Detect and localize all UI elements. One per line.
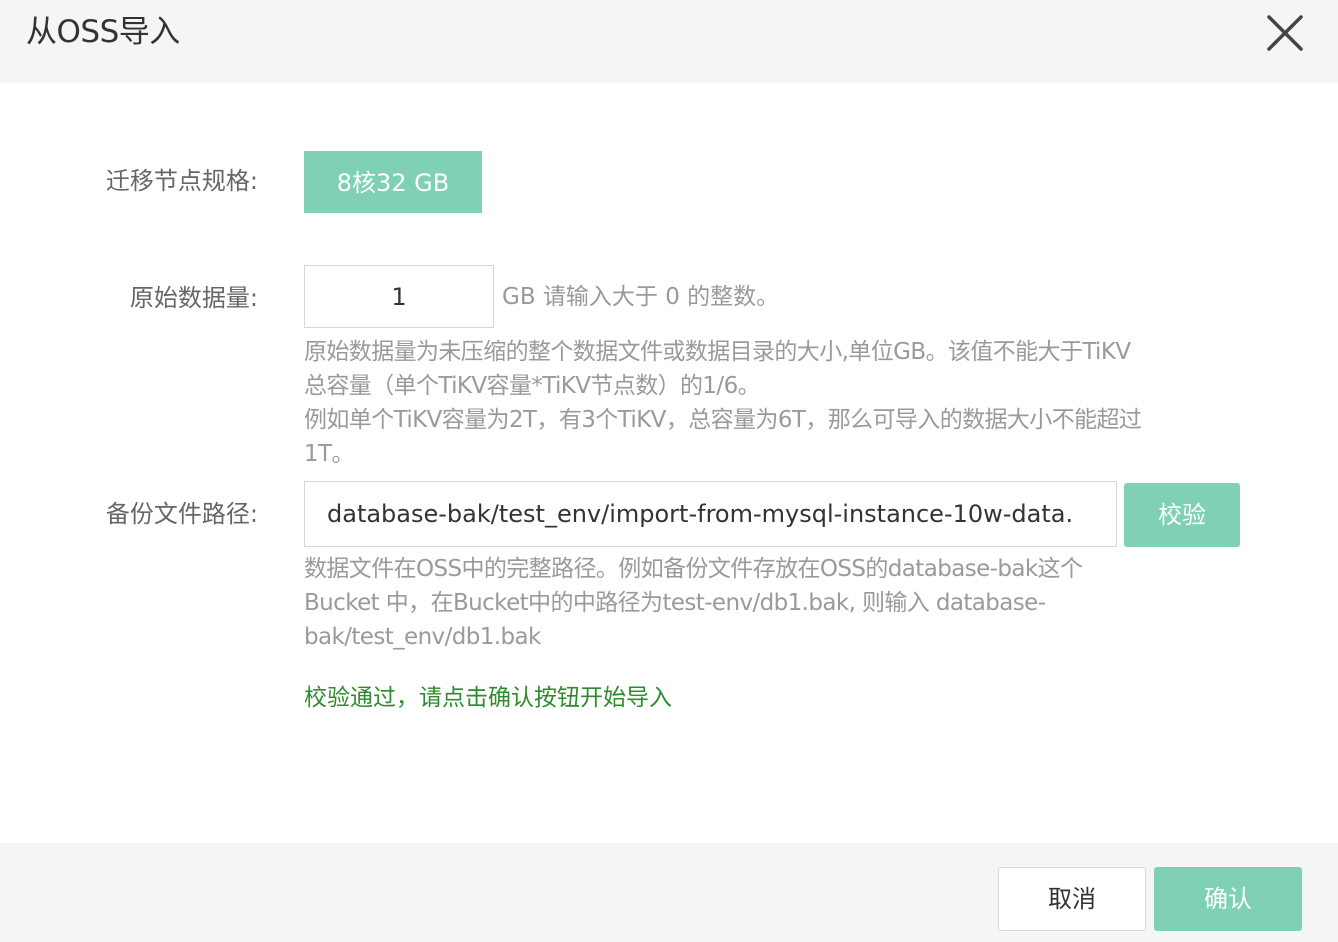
help-line: 1T。 [304, 441, 354, 467]
close-icon [1267, 15, 1303, 51]
data-size-help-text: 原始数据量为未压缩的整个数据文件或数据目录的大小,单位GB。该值不能大于TiKV… [304, 335, 1264, 471]
import-from-oss-dialog: 从OSS导入 迁移节点规格: 8核32 GB 原始数据量: GB 请输入大于 0… [0, 0, 1338, 942]
close-button[interactable] [1264, 12, 1306, 54]
help-line: 总容量（单个TiKV容量*TiKV节点数）的1/6。 [304, 373, 761, 399]
verify-success-message: 校验通过，请点击确认按钮开始导入 [304, 685, 672, 711]
help-line: 原始数据量为未压缩的整个数据文件或数据目录的大小,单位GB。该值不能大于TiKV [304, 339, 1131, 365]
backup-path-label: 备份文件路径: [105, 500, 258, 528]
backup-path-help-text: 数据文件在OSS中的完整路径。例如备份文件存放在OSS的database-bak… [304, 552, 1264, 654]
help-line: bak/test_env/db1.bak [304, 624, 541, 650]
help-line: Bucket 中，在Bucket中的中路径为test-env/db1.bak, … [304, 590, 1046, 616]
node-spec-label: 迁移节点规格: [105, 167, 258, 195]
confirm-button[interactable]: 确认 [1154, 867, 1302, 931]
dialog-title: 从OSS导入 [26, 14, 180, 50]
cancel-button[interactable]: 取消 [998, 867, 1146, 931]
verify-button[interactable]: 校验 [1124, 483, 1240, 547]
backup-path-input[interactable] [304, 481, 1117, 547]
dialog-header: 从OSS导入 [0, 0, 1338, 83]
help-line: 例如单个TiKV容量为2T，有3个TiKV，总容量为6T，那么可导入的数据大小不… [304, 407, 1142, 433]
data-size-unit-hint: GB 请输入大于 0 的整数。 [502, 284, 780, 310]
data-size-input[interactable] [304, 265, 494, 328]
node-spec-option-button[interactable]: 8核32 GB [304, 151, 482, 213]
data-size-label: 原始数据量: [129, 284, 258, 312]
help-line: 数据文件在OSS中的完整路径。例如备份文件存放在OSS的database-bak… [304, 556, 1083, 582]
